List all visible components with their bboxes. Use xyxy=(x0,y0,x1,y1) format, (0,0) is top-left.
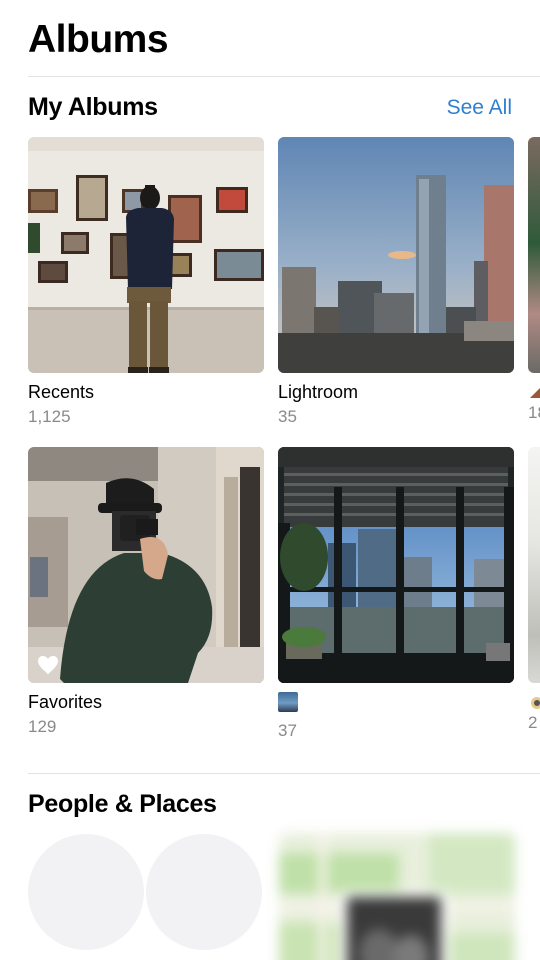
heart-icon xyxy=(38,655,58,675)
album-count: 18 xyxy=(528,403,540,422)
album-name: Lightroom xyxy=(278,382,359,402)
person-thumbnail[interactable] xyxy=(146,834,262,950)
mirror-selfie-photo[interactable] xyxy=(28,447,264,683)
album-count: 2 xyxy=(528,713,538,732)
album-count: 35 xyxy=(278,407,297,426)
album-name xyxy=(528,382,540,405)
album-count: 129 xyxy=(28,717,57,736)
album-partial-1[interactable]: 18 xyxy=(528,137,540,423)
people-places-title: People & Places xyxy=(28,790,217,818)
album-partial-2[interactable]: 2 xyxy=(528,447,540,733)
partial-album-photo[interactable] xyxy=(528,447,540,683)
album-name xyxy=(278,692,514,717)
section-divider xyxy=(28,773,540,774)
city-skyline-photo[interactable] xyxy=(278,137,514,373)
album-untitled[interactable]: 37 xyxy=(278,447,514,741)
album-count: 1,125 xyxy=(28,407,71,426)
see-all-link[interactable]: See All xyxy=(447,96,512,120)
places-map-tile[interactable] xyxy=(279,833,515,960)
album-count: 37 xyxy=(278,721,297,740)
album-lightroom[interactable]: Lightroom 35 xyxy=(278,137,514,427)
album-image-icon xyxy=(278,692,298,712)
album-name: Recents xyxy=(28,382,95,402)
albums-screen: Albums My Albums See All Recents 1,125 L… xyxy=(0,0,540,960)
page-title: Albums xyxy=(28,18,169,61)
gallery-visitor-photo[interactable] xyxy=(28,137,264,373)
album-name: Favorites xyxy=(28,692,103,712)
partial-album-photo[interactable] xyxy=(528,137,540,373)
my-albums-title: My Albums xyxy=(28,93,158,121)
header-divider xyxy=(28,76,540,77)
person-thumbnail[interactable] xyxy=(28,834,144,950)
album-name xyxy=(528,692,540,715)
album-recents[interactable]: Recents 1,125 xyxy=(28,137,264,427)
window-view-photo[interactable] xyxy=(278,447,514,683)
album-favorites[interactable]: Favorites 129 xyxy=(28,447,264,737)
